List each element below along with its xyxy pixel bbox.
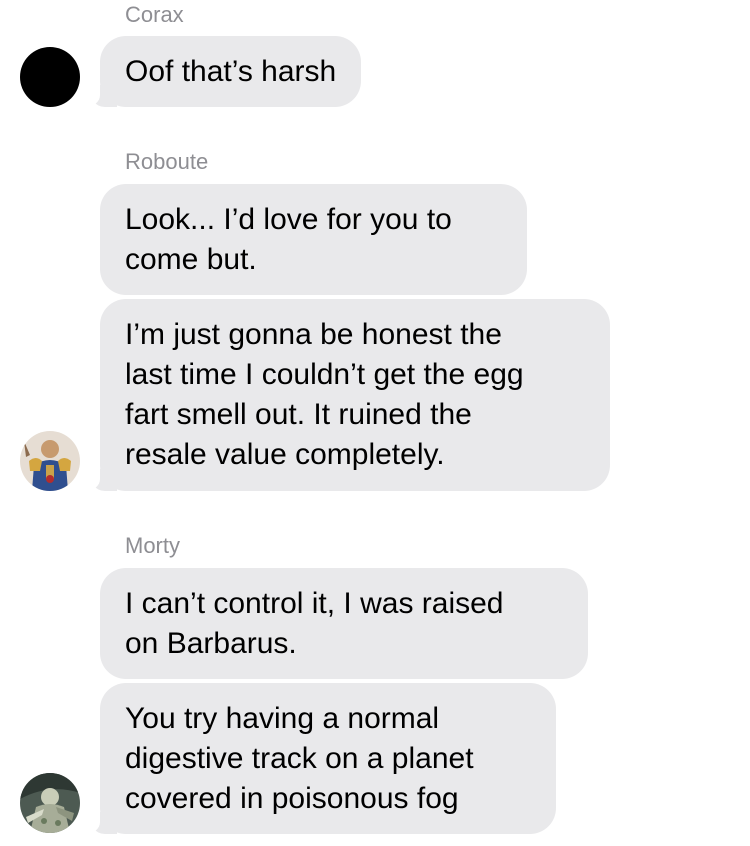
- armored-figure-icon: [20, 431, 80, 491]
- pale-warrior-icon: [20, 773, 80, 833]
- message-text: last time I couldn’t get the egg: [125, 358, 524, 391]
- message-text: resale value completely.: [125, 438, 445, 471]
- sender-name: Morty: [125, 533, 180, 558]
- message-text: come but.: [125, 242, 257, 276]
- bubble-tail: [79, 467, 117, 491]
- sender-name: Roboute: [125, 149, 209, 174]
- bubble-tail: [79, 810, 117, 834]
- message-text: covered in poisonous fog: [125, 781, 459, 815]
- avatar[interactable]: [20, 773, 80, 833]
- sender-name: Corax: [125, 2, 184, 27]
- message-bubble[interactable]: I’m just gonna be honest the last time I…: [79, 299, 610, 491]
- message-bubble[interactable]: You try having a normal digestive track …: [79, 683, 556, 834]
- message-bubble[interactable]: Look... I’d love for you to come but.: [100, 184, 527, 295]
- message-bubble[interactable]: I can’t control it, I was raised on Barb…: [100, 568, 588, 679]
- message-text: You try having a normal: [125, 701, 440, 735]
- bubble-tail: [79, 83, 117, 107]
- message-text: I can’t control it, I was raised: [125, 586, 504, 620]
- message-text: on Barbarus.: [125, 626, 297, 660]
- avatar[interactable]: [20, 47, 80, 107]
- message-text: digestive track on a planet: [125, 741, 474, 775]
- avatar[interactable]: [20, 431, 80, 491]
- message-text: Look... I’d love for you to: [125, 202, 452, 236]
- message-bubble[interactable]: Oof that’s harsh: [79, 36, 362, 107]
- message-text: I’m just gonna be honest the: [125, 318, 502, 351]
- message-text: fart smell out. It ruined the: [125, 398, 472, 431]
- message-text: Oof that’s harsh: [125, 54, 337, 88]
